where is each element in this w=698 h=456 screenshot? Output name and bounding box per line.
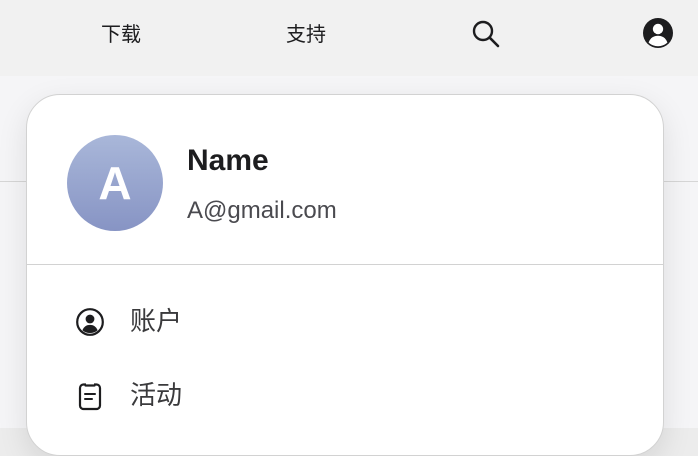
nav-support-link[interactable]: 支持 (286, 21, 326, 47)
menu-divider (27, 264, 663, 265)
clipboard-icon (75, 381, 105, 411)
nav-download-link[interactable]: 下载 (101, 21, 141, 47)
user-name: Name (187, 144, 269, 177)
top-navigation-bar: 下载 支持 (0, 0, 698, 76)
menu-item-activity[interactable]: 活动 (27, 367, 663, 427)
user-email: A@gmail.com (187, 197, 337, 224)
user-avatar[interactable]: A (67, 135, 163, 231)
menu-item-activity-label: 活动 (130, 381, 183, 411)
account-circle-icon[interactable] (642, 17, 674, 49)
menu-item-account[interactable]: 账户 (27, 293, 663, 353)
search-icon[interactable] (470, 18, 502, 50)
menu-item-account-label: 账户 (130, 307, 183, 337)
person-circle-icon (75, 307, 105, 337)
account-dropdown-menu: A Name A@gmail.com 账户 活动 (26, 94, 664, 456)
